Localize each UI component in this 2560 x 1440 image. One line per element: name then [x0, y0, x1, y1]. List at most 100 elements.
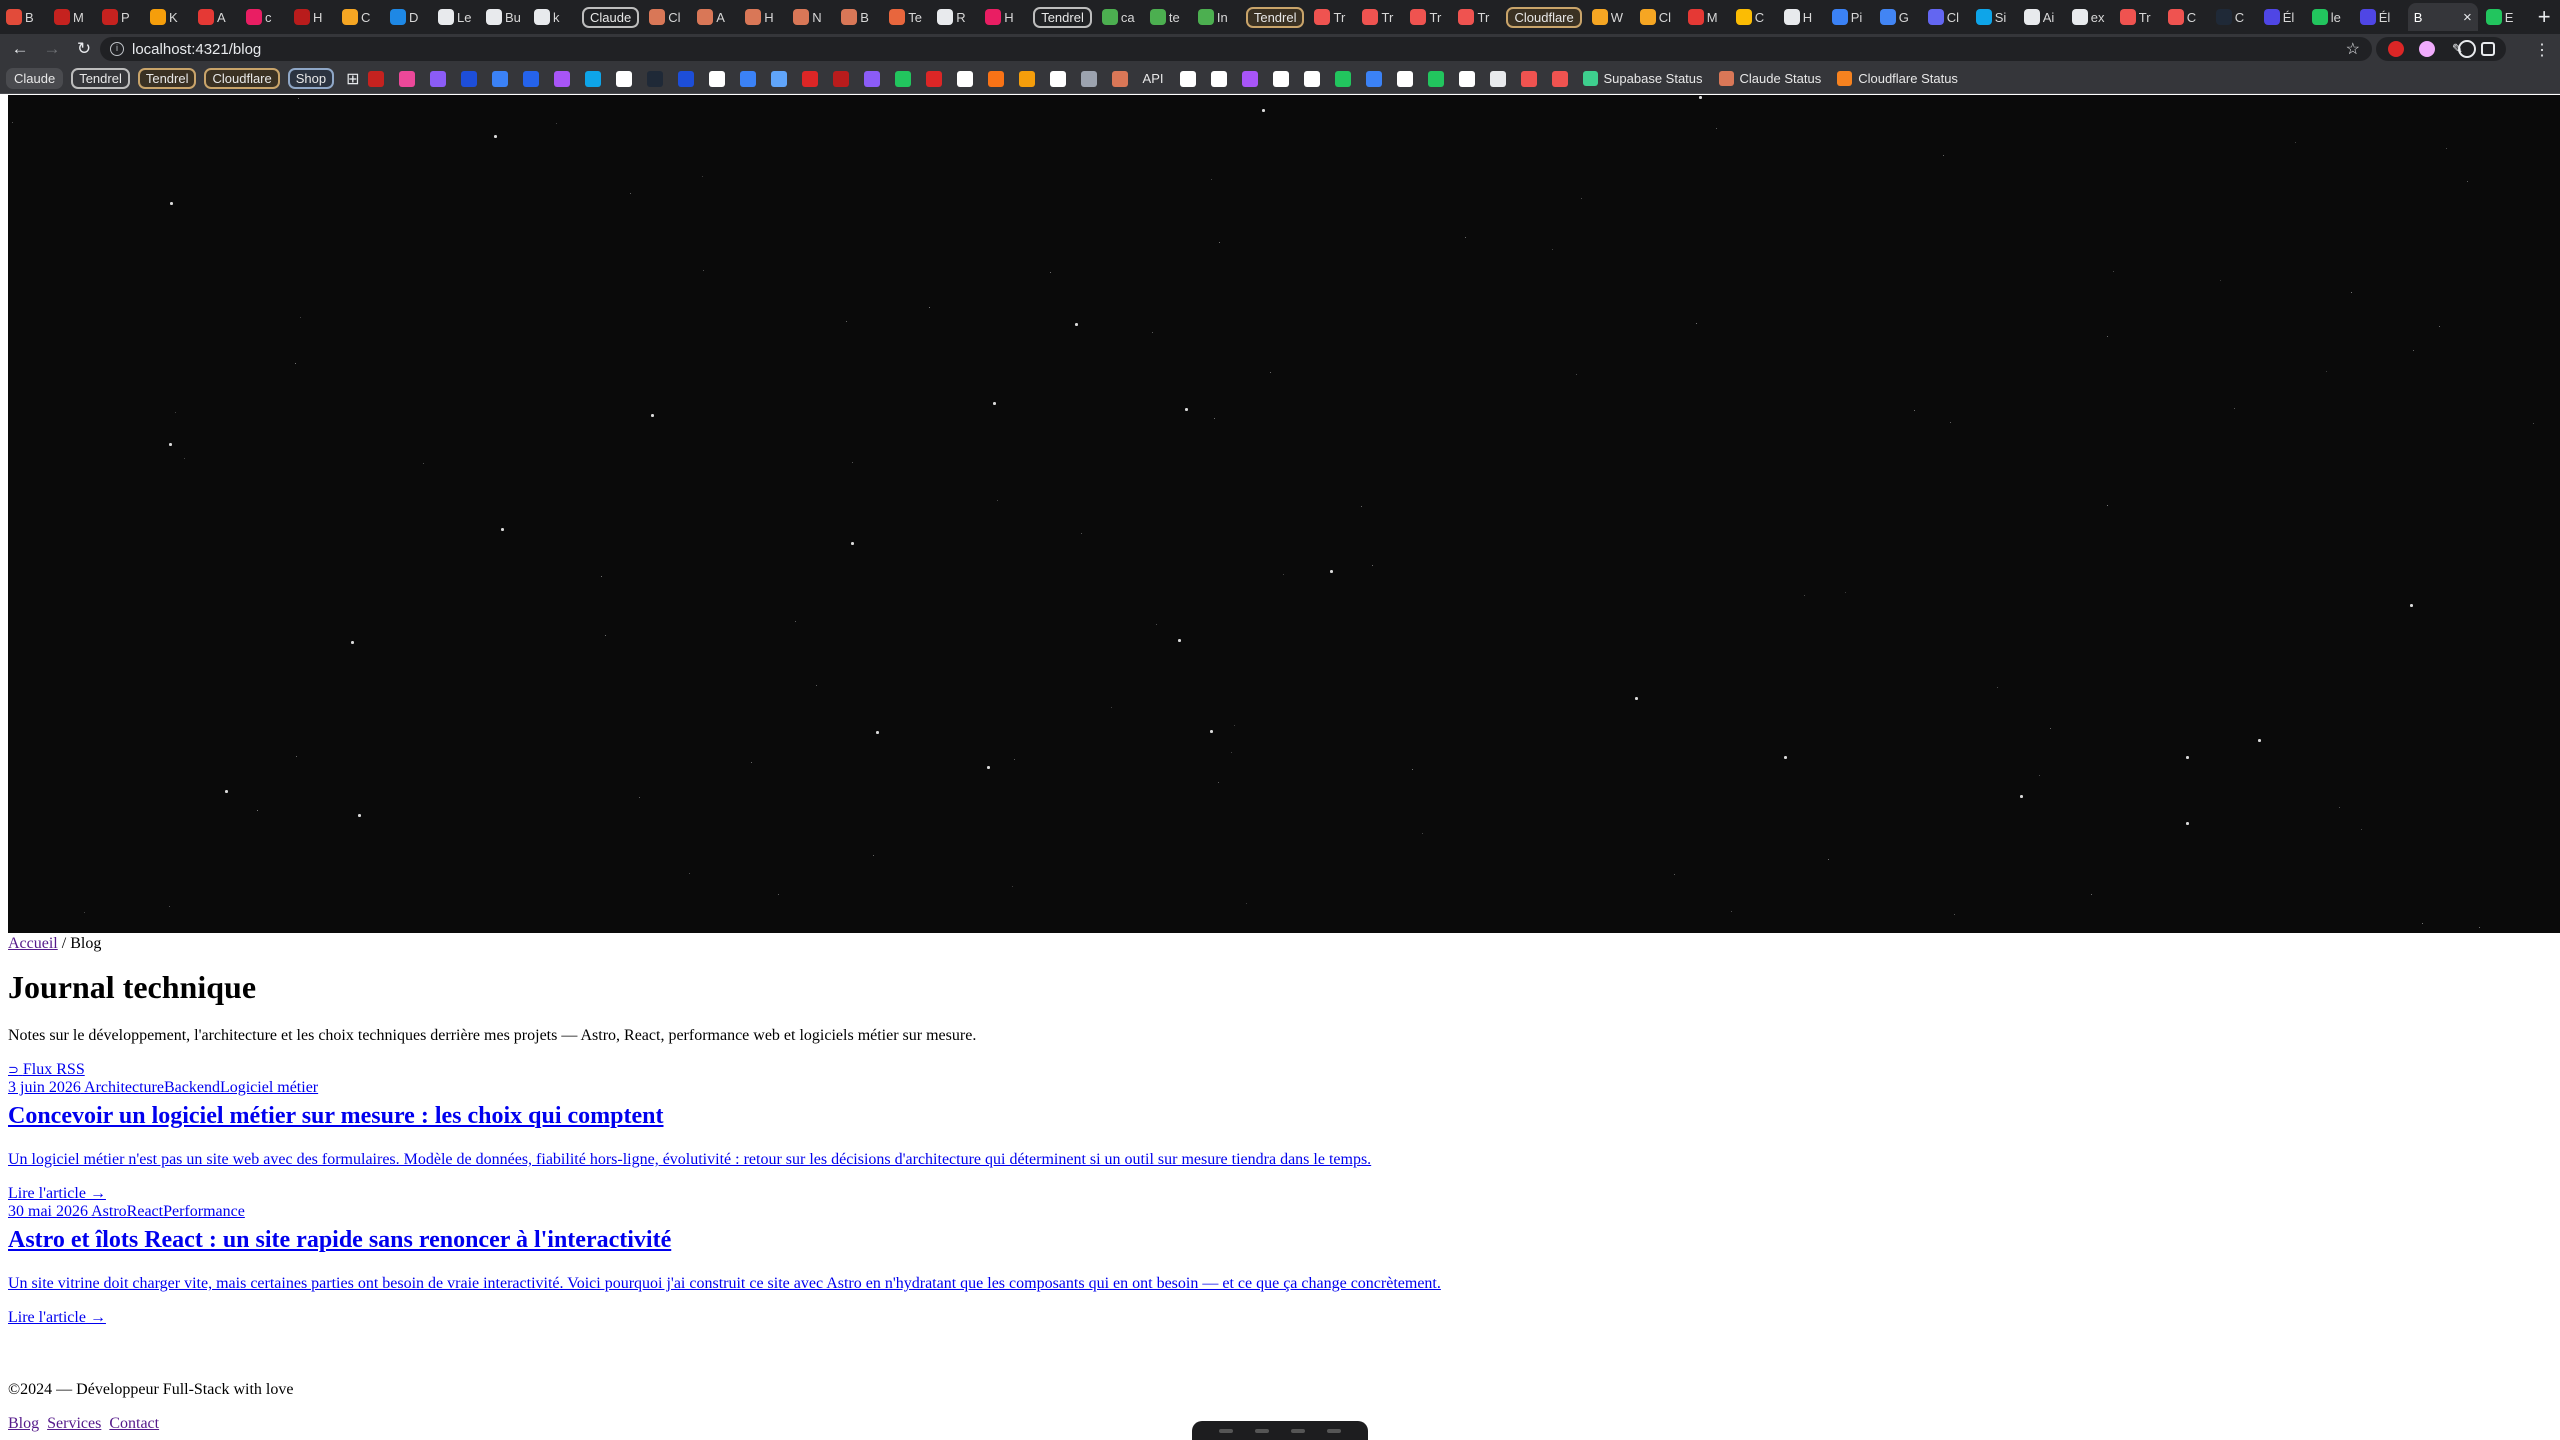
browser-tab[interactable]: A [198, 3, 238, 31]
bookmark-favicon-icon[interactable] [1303, 70, 1320, 87]
bookmark-favicon-icon[interactable] [863, 70, 880, 87]
browser-tab[interactable]: H [1783, 3, 1824, 31]
url-text[interactable]: localhost:4321/blog [132, 41, 261, 58]
footer-link-contact[interactable]: Contact [109, 1415, 159, 1432]
browser-tab[interactable]: le [2311, 3, 2352, 31]
browser-tab[interactable]: H [294, 3, 334, 31]
post-title-link[interactable]: Concevoir un logiciel métier sur mesure … [8, 1103, 664, 1131]
bookmark-favicon-icon[interactable] [739, 70, 756, 87]
bookmark-status-link[interactable]: Cloudflare Status [1837, 71, 1958, 86]
browser-tab[interactable]: H [985, 3, 1025, 31]
browser-tab[interactable]: H [745, 3, 785, 31]
bookmark-favicon-icon[interactable] [1080, 70, 1097, 87]
browser-tab[interactable]: Pi [1831, 3, 1872, 31]
reload-icon[interactable]: ↻ [68, 39, 100, 59]
bookmark-star-icon[interactable]: ☆ [2346, 39, 2360, 59]
bookmark-folder[interactable]: Tendrel [137, 68, 197, 89]
tab-group-chip[interactable]: Tendrel [1245, 3, 1305, 31]
site-info-icon[interactable]: i [110, 42, 124, 56]
post-meta[interactable]: 30 mai 2026 AstroReactPerformance [8, 1203, 245, 1221]
bookmark-favicon-icon[interactable] [553, 70, 570, 87]
browser-tab[interactable]: c [246, 3, 286, 31]
bookmark-favicon-icon[interactable] [832, 70, 849, 87]
footer-link-services[interactable]: Services [47, 1415, 101, 1432]
bookmark-favicon-icon[interactable] [1551, 70, 1568, 87]
browser-tab[interactable]: G [1879, 3, 1920, 31]
browser-tab[interactable]: M [54, 3, 94, 31]
bookmark-favicon-icon[interactable] [801, 70, 818, 87]
bookmark-favicon-icon[interactable] [1489, 70, 1506, 87]
browser-tab[interactable]: N [793, 3, 833, 31]
bookmark-status-link[interactable]: Supabase Status [1582, 71, 1703, 86]
browser-tab[interactable]: P [102, 3, 142, 31]
bookmark-favicon-icon[interactable] [398, 70, 415, 87]
bookmark-favicon-icon[interactable] [677, 70, 694, 87]
bookmark-favicon-icon[interactable] [1018, 70, 1035, 87]
post-meta[interactable]: 3 juin 2026 ArchitectureBackendLogiciel … [8, 1079, 318, 1097]
browser-tab[interactable]: R [937, 3, 977, 31]
bookmark-favicon-icon[interactable] [1334, 70, 1351, 87]
browser-tab[interactable]: K [150, 3, 190, 31]
close-tab-icon[interactable]: × [2463, 9, 2472, 26]
bookmark-favicon-icon[interactable] [1520, 70, 1537, 87]
browser-tab[interactable]: D [390, 3, 430, 31]
tab-group-chip[interactable]: Claude [582, 3, 640, 31]
forward-arrow-icon[interactable]: → [36, 39, 68, 59]
bookmark-api[interactable]: API [1143, 71, 1164, 86]
bookmark-favicon-icon[interactable] [1049, 70, 1066, 87]
browser-tab[interactable]: In [1197, 3, 1238, 31]
bookmark-favicon-icon[interactable] [491, 70, 508, 87]
browser-tab[interactable]: A [697, 3, 737, 31]
post-title-link[interactable]: Astro et îlots React : un site rapide sa… [8, 1227, 671, 1255]
bookmark-favicon-icon[interactable] [894, 70, 911, 87]
browser-tab[interactable]: Tr [1410, 3, 1450, 31]
address-bar[interactable]: i localhost:4321/blog ☆ [100, 37, 2372, 61]
browser-tab[interactable]: Él [2263, 3, 2304, 31]
bookmark-folder[interactable]: Shop [287, 68, 335, 89]
extension-icon[interactable] [2418, 41, 2435, 57]
browser-tab[interactable]: ca [1101, 3, 1142, 31]
browser-tab[interactable]: k [534, 3, 574, 31]
bookmark-favicon-icon[interactable] [1111, 70, 1128, 87]
browser-tab[interactable]: Cl [649, 3, 689, 31]
bookmark-favicon-icon[interactable] [1427, 70, 1444, 87]
bookmark-favicon-icon[interactable] [1179, 70, 1196, 87]
browser-menu-icon[interactable]: ⋮ [2534, 40, 2550, 60]
bookmark-favicon-icon[interactable] [1241, 70, 1258, 87]
bookmark-favicon-icon[interactable] [1458, 70, 1475, 87]
bookmark-favicon-icon[interactable] [646, 70, 663, 87]
apps-grid-icon[interactable]: ⊞ [346, 69, 359, 89]
bookmark-favicon-icon[interactable] [584, 70, 601, 87]
bookmark-status-link[interactable]: Claude Status [1718, 71, 1821, 86]
browser-tab[interactable]: Tr [1458, 3, 1498, 31]
bookmark-favicon-icon[interactable] [429, 70, 446, 87]
bookmark-favicon-icon[interactable] [925, 70, 942, 87]
browser-tab[interactable]: Ai [2023, 3, 2064, 31]
bookmark-folder[interactable]: Claude [6, 68, 64, 89]
browser-tab[interactable]: C [2167, 3, 2208, 31]
browser-tab[interactable]: Bu [486, 3, 526, 31]
browser-tab[interactable]: Si [1975, 3, 2016, 31]
browser-tab[interactable]: te [1149, 3, 1190, 31]
bookmark-favicon-icon[interactable] [460, 70, 477, 87]
post-excerpt[interactable]: Un site vitrine doit charger vite, mais … [8, 1275, 1441, 1293]
tab-group-chip[interactable]: Tendrel [1033, 3, 1092, 31]
read-article-link[interactable]: Lire l'article → [8, 1309, 106, 1327]
browser-tab[interactable]: C [1735, 3, 1776, 31]
bookmark-favicon-icon[interactable] [1396, 70, 1413, 87]
floating-toolbar[interactable] [1192, 1421, 1368, 1440]
browser-tab[interactable]: B [6, 3, 46, 31]
active-browser-tab[interactable]: B × [2407, 3, 2478, 31]
bookmark-favicon-icon[interactable] [1272, 70, 1289, 87]
bookmark-favicon-icon[interactable] [1365, 70, 1382, 87]
extensions-puzzle-icon[interactable] [2480, 42, 2495, 56]
tab-group-chip[interactable]: Cloudflare [1506, 3, 1582, 31]
browser-tab[interactable]: Le [438, 3, 478, 31]
browser-tab[interactable]: Tr [1314, 3, 1354, 31]
back-arrow-icon[interactable]: ← [4, 39, 36, 59]
read-article-link[interactable]: Lire l'article → [8, 1185, 106, 1203]
post-excerpt[interactable]: Un logiciel métier n'est pas un site web… [8, 1151, 1371, 1169]
bookmark-favicon-icon[interactable] [367, 70, 384, 87]
browser-tab[interactable]: C [342, 3, 382, 31]
bookmark-favicon-icon[interactable] [522, 70, 539, 87]
